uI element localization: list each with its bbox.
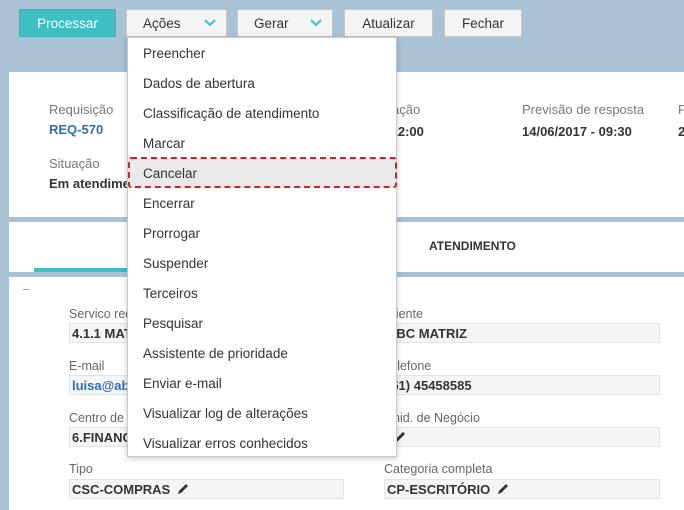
menu-item-encerrar[interactable]: Encerrar [128, 188, 396, 218]
menu-item-terceiros[interactable]: Terceiros [128, 278, 396, 308]
collapse-toggle[interactable] [23, 289, 29, 290]
email-label: E-mail [69, 359, 105, 373]
previsao-value: 14/06/2017 - 09:30 [522, 124, 632, 139]
fechar-button[interactable]: Fechar [444, 9, 522, 37]
categoria-field: CP-ESCRITÓRIO [384, 479, 660, 499]
menu-item-cancelar[interactable]: Cancelar [128, 158, 396, 188]
tipo-field: CSC-COMPRAS [69, 479, 344, 499]
pencil-icon[interactable] [176, 482, 190, 496]
telefone-field: (51) 45458585 [384, 375, 660, 395]
atualizar-label: Atualizar [362, 15, 415, 31]
pencil-icon[interactable] [496, 482, 510, 496]
menu-item-marcar[interactable]: Marcar [128, 128, 396, 158]
acoes-dropdown-menu: Preencher Dados de abertura Classificaçã… [127, 37, 397, 457]
situacao-label: Situação [49, 156, 100, 171]
unid-negocio-label: Unid. de Negócio [384, 411, 480, 425]
menu-item-suspender[interactable]: Suspender [128, 248, 396, 278]
acoes-label: Ações [143, 15, 181, 31]
requisicao-label: Requisição [49, 102, 114, 117]
cliente-field: ABC MATRIZ [384, 323, 660, 343]
previsao-label: Previsão de resposta [522, 102, 645, 117]
extra-label: P [678, 102, 684, 117]
processar-button[interactable]: Processar [19, 9, 116, 37]
menu-item-log-alteracoes[interactable]: Visualizar log de alterações [128, 398, 396, 428]
menu-item-erros-conhecidos[interactable]: Visualizar erros conhecidos [128, 428, 396, 458]
extra-value: 2 [678, 124, 684, 139]
unid-negocio-field [384, 427, 660, 447]
menu-item-enviar-email[interactable]: Enviar e-mail [128, 368, 396, 398]
atualizar-button[interactable]: Atualizar [344, 9, 433, 37]
gerar-label: Gerar [254, 15, 289, 31]
menu-item-classificacao[interactable]: Classificação de atendimento [128, 98, 396, 128]
processar-label: Processar [37, 15, 98, 31]
menu-item-dados-abertura[interactable]: Dados de abertura [128, 68, 396, 98]
fechar-label: Fechar [461, 15, 505, 31]
categoria-label: Categoria completa [384, 462, 493, 476]
menu-item-assistente-prioridade[interactable]: Assistente de prioridade [128, 338, 396, 368]
tab-atendimento[interactable]: ATENDIMENTO [429, 239, 516, 253]
gerar-dropdown-button[interactable]: Gerar [237, 9, 333, 37]
chevron-down-icon [204, 19, 216, 27]
acoes-dropdown-button[interactable]: Ações [126, 9, 227, 37]
menu-item-pesquisar[interactable]: Pesquisar [128, 308, 396, 338]
menu-item-preencher[interactable]: Preencher [128, 38, 396, 68]
chevron-down-icon [310, 19, 322, 27]
requisicao-value[interactable]: REQ-570 [49, 122, 103, 137]
menu-item-prorrogar[interactable]: Prorrogar [128, 218, 396, 248]
tipo-label: Tipo [69, 462, 93, 476]
